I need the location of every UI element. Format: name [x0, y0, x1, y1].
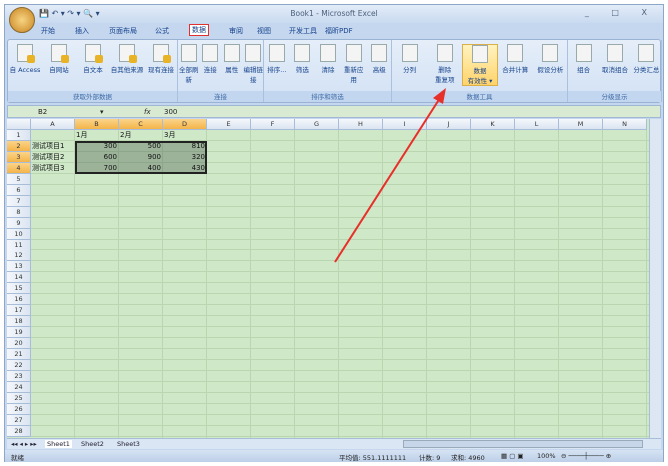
- office-button[interactable]: [9, 7, 35, 33]
- annotation-arrow: [334, 88, 446, 263]
